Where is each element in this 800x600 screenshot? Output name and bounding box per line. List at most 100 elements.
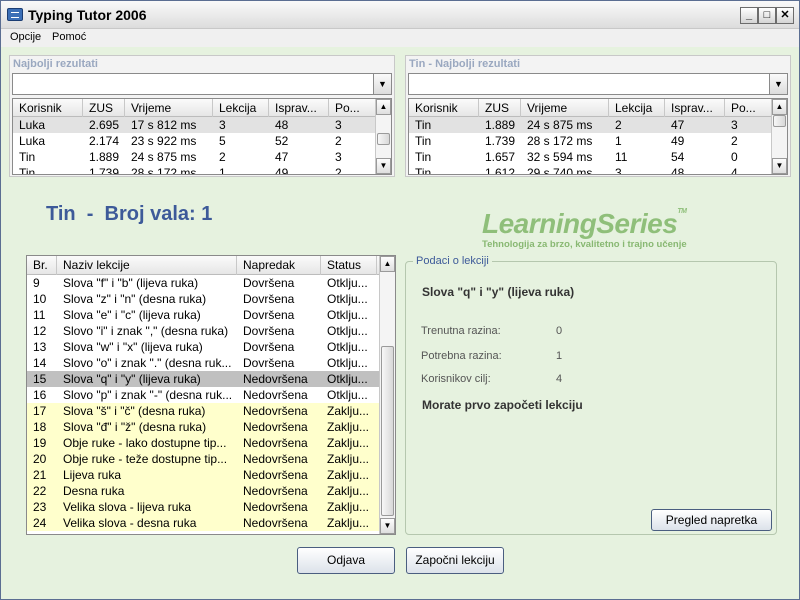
menu-options[interactable]: Opcije (10, 31, 41, 43)
table-row[interactable]: 16 Slovo "p" i znak "-" (desna ruk... Nedo… (27, 387, 379, 403)
table-cell: 4 (731, 166, 738, 175)
column-header[interactable]: Lekcija (213, 99, 269, 117)
table-cell: 3 (219, 118, 226, 132)
table-header: Korisnik ZUS Vrijeme Lekcija Isprav... Po... (409, 99, 773, 117)
table-cell: 1 (615, 134, 622, 148)
table-cell: Dovršena (243, 308, 295, 322)
scroll-thumb[interactable] (773, 115, 786, 127)
table-row[interactable]: Tin 1.889 24 s 875 ms 2 47 3 (409, 117, 771, 133)
table-cell: Velika slova - lijeva ruka (63, 500, 192, 514)
table-row[interactable]: 18 Slova "đ" i "ž" (desna ruka) Nedovršena… (27, 419, 379, 435)
table-cell: Nedovršena (243, 468, 308, 482)
table-cell: Zaklju... (327, 500, 370, 514)
table-row[interactable]: Tin 1.739 28 s 172 ms 1 49 2 (409, 133, 771, 149)
chevron-down-icon[interactable]: ▼ (769, 74, 787, 94)
required-level-label: Potrebna razina: (421, 350, 502, 362)
table-cell: 3 (335, 150, 342, 164)
column-header[interactable]: Po... (725, 99, 773, 117)
table-row[interactable]: 19 Obje ruke - lako dostupne tip... Nedovr… (27, 435, 379, 451)
column-header[interactable]: ZUS (479, 99, 521, 117)
table-row[interactable]: 17 Slova "š" i "č" (desna ruka) Nedovršena… (27, 403, 379, 419)
table-row[interactable]: 21 Lijeva ruka Nedovršena Zaklju... (27, 467, 379, 483)
title-bar[interactable]: Typing Tutor 2006 _ □ ✕ (1, 1, 799, 29)
table-row[interactable]: 24 Velika slova - desna ruka Nedovršena Zak… (27, 515, 379, 531)
table-row[interactable]: 10 Slova "z" i "n" (desna ruka) Dovršena Ot… (27, 291, 379, 307)
column-header[interactable]: Vrijeme (521, 99, 609, 117)
column-header[interactable]: Korisnik (13, 99, 83, 117)
scroll-thumb[interactable] (381, 346, 394, 516)
table-row[interactable]: Luka 2.695 17 s 812 ms 3 48 3 (13, 117, 375, 133)
vertical-scrollbar[interactable]: ▲ ▼ (375, 99, 391, 174)
user-goal-value: 4 (556, 373, 563, 385)
column-header[interactable]: Isprav... (269, 99, 329, 117)
table-row[interactable]: Tin 1.889 24 s 875 ms 2 47 3 (13, 149, 375, 165)
table-row[interactable]: 12 Slovo "i" i znak "," (desna ruka) Dovrš… (27, 323, 379, 339)
table-row[interactable]: Tin 1.612 29 s 740 ms 3 48 4 (409, 165, 771, 175)
scroll-up-icon[interactable]: ▲ (376, 99, 391, 115)
table-cell: Zaklju... (327, 452, 370, 466)
column-header[interactable]: Napredak (237, 256, 321, 275)
table-row[interactable]: 22 Desna ruka Nedovršena Zaklju... (27, 483, 379, 499)
column-header[interactable]: ZUS (83, 99, 125, 117)
table-cell: 49 (671, 134, 685, 148)
minimize-button[interactable]: _ (740, 7, 758, 24)
table-row[interactable]: Luka 2.174 23 s 922 ms 5 52 2 (13, 133, 375, 149)
table-row[interactable]: Tin 1.657 32 s 594 ms 11 54 0 (409, 149, 771, 165)
vertical-scrollbar[interactable]: ▲ ▼ (379, 256, 395, 534)
progress-overview-button[interactable]: Pregled napretka (651, 509, 772, 531)
best-results-filter-select[interactable]: ▼ (12, 73, 392, 95)
table-cell: 49 (275, 166, 289, 175)
column-header[interactable]: Status (321, 256, 377, 275)
chevron-down-icon[interactable]: ▼ (373, 74, 391, 94)
table-cell: Nedovršena (243, 436, 308, 450)
table-cell: Lijeva ruka (63, 468, 122, 482)
vertical-scrollbar[interactable]: ▲ ▼ (771, 99, 787, 174)
table-cell: Otklju... (327, 388, 368, 402)
column-header[interactable]: Korisnik (409, 99, 479, 117)
table-cell: 10 (33, 292, 47, 306)
table-cell: Otklju... (327, 324, 368, 338)
table-cell: 12 (33, 324, 47, 338)
table-cell: 17 s 812 ms (131, 118, 197, 132)
column-header[interactable]: Vrijeme (125, 99, 213, 117)
start-lesson-button[interactable]: Započni lekciju (406, 547, 504, 574)
table-row[interactable]: 23 Velika slova - lijeva ruka Nedovršena Za… (27, 499, 379, 515)
scroll-up-icon[interactable]: ▲ (380, 256, 395, 272)
scroll-down-icon[interactable]: ▼ (376, 158, 391, 174)
lesson-info-message: Morate prvo započeti lekciju (422, 398, 583, 412)
table-cell: 28 s 172 ms (131, 166, 197, 175)
column-header[interactable]: Lekcija (609, 99, 665, 117)
scroll-thumb[interactable] (377, 133, 390, 145)
table-row[interactable]: Tin 1.739 28 s 172 ms 1 49 2 (13, 165, 375, 175)
best-results-table[interactable]: Korisnik ZUS Vrijeme Lekcija Isprav... Po... L… (12, 98, 392, 175)
column-header[interactable]: Isprav... (665, 99, 725, 117)
column-header[interactable]: Naziv lekcije (57, 256, 237, 275)
table-cell: Tin (19, 150, 36, 164)
table-row[interactable]: 11 Slova "e" i "c" (lijeva ruka) Dovršena O… (27, 307, 379, 323)
user-best-results-table[interactable]: Korisnik ZUS Vrijeme Lekcija Isprav... Po... T… (408, 98, 788, 175)
table-cell: Slova "f" i "b" (lijeva ruka) (63, 276, 199, 290)
table-cell: Obje ruke - teže dostupne tip... (63, 452, 228, 466)
maximize-button[interactable]: □ (758, 7, 776, 24)
scroll-up-icon[interactable]: ▲ (772, 99, 787, 115)
table-cell: 2 (335, 166, 342, 175)
lessons-table[interactable]: Br. Naziv lekcije Napredak Status 9 Slova "f"… (26, 255, 396, 535)
table-row[interactable]: 20 Obje ruke - teže dostupne tip... Nedovr… (27, 451, 379, 467)
table-row[interactable]: 13 Slova "w" i "x" (lijeva ruka) Dovršena O… (27, 339, 379, 355)
table-row[interactable]: 14 Slovo "o" i znak "." (desna ruk... Dovr… (27, 355, 379, 371)
table-row[interactable]: 9 Slova "f" i "b" (lijeva ruka) Dovršena Ot… (27, 275, 379, 291)
table-cell: 47 (275, 150, 289, 164)
close-button[interactable]: ✕ (776, 7, 794, 24)
current-level-label: Trenutna razina: (421, 325, 501, 337)
logout-button[interactable]: Odjava (297, 547, 395, 574)
table-cell: 2 (615, 118, 622, 132)
table-cell: 1 (219, 166, 226, 175)
scroll-down-icon[interactable]: ▼ (772, 158, 787, 174)
user-best-results-filter-select[interactable]: ▼ (408, 73, 788, 95)
table-cell: 1.612 (485, 166, 516, 175)
column-header[interactable]: Po... (329, 99, 377, 117)
table-row[interactable]: 15 Slova "q" i "y" (lijeva ruka) Nedovršen… (27, 371, 379, 387)
menu-help[interactable]: Pomoć (52, 31, 86, 43)
scroll-down-icon[interactable]: ▼ (380, 518, 395, 534)
column-header[interactable]: Br. (27, 256, 57, 275)
